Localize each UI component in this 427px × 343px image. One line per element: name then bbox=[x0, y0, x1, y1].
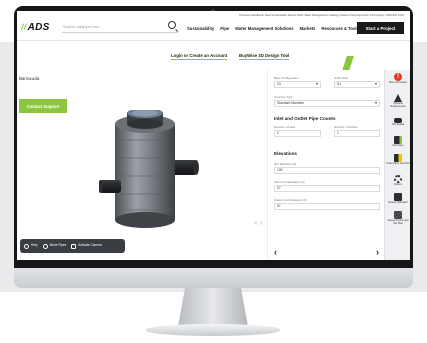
help-label: Help bbox=[31, 243, 38, 248]
screen: Drainage Handbook Fleet Sustainability R… bbox=[17, 11, 410, 260]
viewer-nav-arrows-icon[interactable]: ✕↗ bbox=[253, 220, 263, 227]
help-icon bbox=[24, 243, 29, 249]
inlet-invert-input[interactable]: 97 bbox=[274, 185, 380, 192]
rail-item-review-calculator[interactable]: Review Calculator bbox=[386, 193, 410, 205]
utility-link[interactable]: Careers bbox=[338, 14, 349, 17]
monitor-stand-base bbox=[146, 324, 280, 336]
rotate-icon bbox=[42, 243, 48, 249]
camera-toggle-icon bbox=[71, 243, 77, 249]
monitor-stand-neck bbox=[178, 288, 248, 326]
structure-3d-model[interactable] bbox=[99, 110, 199, 234]
nav-item-resources[interactable]: Resources & Tools bbox=[321, 26, 359, 31]
gears-icon bbox=[394, 175, 402, 183]
rail-item-site-details[interactable]: Site Details bbox=[386, 118, 410, 127]
base-config-label: Base Configuration bbox=[274, 76, 299, 80]
inlet-outlet-heading: Inlet and Outlet Pipe Counts bbox=[274, 116, 336, 121]
flask-icon bbox=[394, 94, 402, 102]
site-plan-icon bbox=[394, 211, 402, 219]
structure-type-label: Structure Type bbox=[274, 95, 293, 99]
outlet-invert-label: Outlet Invert Elevation (ft) bbox=[274, 198, 307, 202]
search-input[interactable]: Search adspipe.com bbox=[62, 21, 178, 33]
calculator-icon bbox=[394, 193, 402, 201]
next-arrow-icon[interactable]: › bbox=[376, 247, 379, 257]
utility-link[interactable]: Fleet Sustainability Report 2022 bbox=[263, 14, 303, 17]
nav-item-sustainability[interactable]: Sustainability bbox=[187, 26, 214, 31]
site-header: Drainage Handbook Fleet Sustainability R… bbox=[17, 11, 410, 41]
start-project-button[interactable]: Start a Project bbox=[357, 22, 404, 34]
manhole-lid-inner bbox=[132, 110, 158, 117]
help-button[interactable]: Help bbox=[24, 243, 38, 249]
base-config-select[interactable]: 24 bbox=[274, 81, 321, 88]
utility-link[interactable]: Drainage Handbook bbox=[239, 14, 263, 17]
outlet-invert-input[interactable]: 97 bbox=[274, 203, 380, 210]
structure-base bbox=[115, 212, 175, 228]
outlet-size-label: Outlet Size bbox=[334, 76, 349, 80]
elevations-heading: Elevations bbox=[274, 151, 297, 156]
outlet-flow-icon bbox=[394, 154, 402, 162]
outlets-label: Number of Outlets bbox=[334, 125, 358, 129]
rail-item-more-information[interactable]: ! More Information bbox=[386, 73, 410, 85]
main-nav: Sustainability Pipe Water Management Sol… bbox=[187, 26, 359, 31]
nav-item-markets[interactable]: Markets bbox=[300, 26, 316, 31]
viewer-toolbar: Help Move Pipes Activate Camera bbox=[20, 239, 125, 253]
rail-item-label: Hydraulic Requirements bbox=[390, 102, 406, 108]
structure-body bbox=[115, 124, 175, 220]
utility-links: Drainage Handbook Fleet Sustainability R… bbox=[239, 14, 404, 17]
monitor-chin bbox=[14, 268, 413, 288]
inlet-pipes-icon bbox=[394, 136, 402, 144]
inlets-label: Number of Inlets bbox=[274, 125, 296, 129]
rail-item-label: Options bbox=[393, 183, 403, 186]
riser-collar-base bbox=[127, 119, 163, 129]
rail-item-label: Inlet Pipes bbox=[392, 144, 404, 147]
3d-viewer[interactable]: Barracuda Contact Support ✕↗ Help Move P… bbox=[17, 70, 267, 260]
rail-item-label: Site Details bbox=[391, 123, 405, 126]
move-pipes-label: Move Pipes bbox=[49, 243, 67, 248]
rail-item-options[interactable]: Options bbox=[386, 175, 410, 187]
step-rail: ! More Information Hydraulic Requirement… bbox=[384, 70, 410, 260]
nav-item-water-management[interactable]: Water Management Solutions bbox=[235, 26, 293, 31]
outlets-input[interactable]: 1 bbox=[334, 130, 380, 137]
nav-item-pipe[interactable]: Pipe bbox=[220, 26, 229, 31]
form-pager: ‹ › bbox=[268, 245, 385, 258]
utility-link[interactable]: Water Management Catalog bbox=[303, 14, 338, 17]
activate-camera-button[interactable]: Activate Camera bbox=[71, 243, 102, 249]
inlets-input[interactable]: 0 bbox=[274, 130, 321, 137]
rail-item-request-quote[interactable]: Request Quote and Site Plan bbox=[386, 211, 410, 226]
design-tool-link[interactable]: BuyWise 3D Design Tool bbox=[239, 53, 290, 60]
rail-item-label: Outlet Pipes and Flow bbox=[386, 162, 410, 165]
rail-item-label: Request Quote and Site Plan bbox=[387, 219, 409, 225]
outlet-pipe-end bbox=[193, 160, 199, 175]
logo-slash-icon: // bbox=[21, 22, 27, 32]
configuration-form: Base Configuration 24 Outlet Size S1 Str… bbox=[267, 70, 384, 260]
rail-item-hydraulic[interactable]: Hydraulic Requirements bbox=[386, 94, 410, 109]
utility-link[interactable]: Find Aqua Tech bbox=[349, 14, 368, 17]
alert-icon: ! bbox=[394, 73, 402, 81]
structure-type-select[interactable]: Standard Manhole bbox=[274, 100, 380, 107]
product-name: Barracuda bbox=[19, 76, 40, 81]
rim-elevation-label: Rim Elevation (ft) bbox=[274, 162, 297, 166]
rail-item-label: Review Calculator bbox=[388, 201, 408, 204]
previous-arrow-icon[interactable]: ‹ bbox=[274, 247, 277, 257]
utility-link[interactable]: 1-800-821-6710 bbox=[383, 14, 404, 17]
inlet-invert-label: Inlet Invert Elevation (ft) bbox=[274, 180, 305, 184]
scene: Drainage Handbook Fleet Sustainability R… bbox=[0, 0, 427, 343]
rail-item-label: More Information bbox=[388, 81, 408, 84]
rail-item-outlet-pipes[interactable]: Outlet Pipes and Flow bbox=[386, 154, 410, 166]
utility-link[interactable]: Find a Rep bbox=[369, 14, 383, 17]
search-icon[interactable] bbox=[168, 21, 176, 29]
contact-support-button[interactable]: Contact Support bbox=[19, 99, 67, 113]
activate-camera-label: Activate Camera bbox=[78, 243, 102, 248]
logo-text: ADS bbox=[27, 22, 50, 33]
rail-item-inlet-pipes[interactable]: Inlet Pipes bbox=[386, 136, 410, 148]
move-pipes-button[interactable]: Move Pipes bbox=[42, 243, 67, 249]
rim-elevation-input[interactable]: 100 bbox=[274, 167, 380, 174]
outlet-size-select[interactable]: S1 bbox=[334, 81, 380, 88]
ads-logo[interactable]: //ADS bbox=[21, 22, 50, 33]
search-placeholder: Search adspipe.com bbox=[63, 24, 100, 29]
login-link[interactable]: Login or Create an Account bbox=[171, 53, 228, 60]
